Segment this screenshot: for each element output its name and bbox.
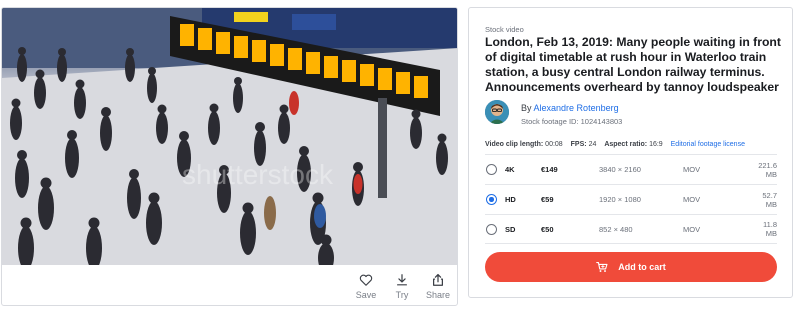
option-format: MOV bbox=[683, 224, 701, 234]
add-to-cart-button[interactable]: Add to cart bbox=[485, 252, 777, 282]
option-format: MOV bbox=[683, 195, 701, 204]
option-file-size: 52.7 MB bbox=[762, 190, 777, 209]
option-dimensions: 1920 × 1080 bbox=[599, 195, 641, 204]
option-row-4k[interactable]: 4K €149 3840 × 2160 MOV 221.6 MB bbox=[485, 154, 777, 184]
by-prefix: By bbox=[521, 103, 532, 113]
aspect-label: Aspect ratio: bbox=[604, 141, 648, 148]
option-size: 4K bbox=[505, 165, 515, 174]
footage-id: Stock footage ID: 1024143803 bbox=[521, 117, 623, 126]
save-action[interactable]: Save bbox=[353, 273, 379, 300]
option-file-size: 11.8 MB bbox=[762, 220, 777, 238]
size-options: 4K €149 3840 × 2160 MOV 221.6 MB HD €59 … bbox=[485, 154, 777, 244]
radio-4k[interactable] bbox=[486, 164, 497, 175]
clip-meta: Video clip length: 00:08 FPS: 24 Aspect … bbox=[485, 141, 745, 148]
avatar[interactable] bbox=[485, 100, 509, 124]
try-label: Try bbox=[395, 289, 409, 300]
radio-sd[interactable] bbox=[486, 223, 497, 235]
author-link[interactable]: Alexandre Rotenberg bbox=[534, 103, 619, 113]
heart-icon bbox=[359, 274, 373, 286]
try-action[interactable]: Try bbox=[389, 273, 415, 300]
length-label: Video clip length: bbox=[485, 141, 544, 148]
share-icon bbox=[433, 273, 443, 286]
option-file-size: 221.6 MB bbox=[758, 160, 777, 179]
option-row-hd[interactable]: HD €59 1920 × 1080 MOV 52.7 MB bbox=[485, 184, 777, 214]
share-label: Share bbox=[425, 289, 451, 300]
video-title: London, Feb 13, 2019: Many people waitin… bbox=[485, 35, 781, 94]
preview-actions: Save Try Share bbox=[2, 265, 457, 305]
save-label: Save bbox=[355, 289, 377, 300]
option-size: SD bbox=[505, 224, 516, 234]
video-preview[interactable]: shutterstock bbox=[2, 8, 457, 265]
watermark: shutterstock bbox=[182, 159, 334, 190]
avatar-icon bbox=[485, 100, 509, 124]
fps-label: FPS: bbox=[570, 141, 587, 148]
length-value: 00:08 bbox=[545, 141, 563, 148]
byline: By Alexandre Rotenberg bbox=[521, 103, 619, 113]
aspect-value: 16:9 bbox=[649, 141, 663, 148]
add-to-cart-label: Add to cart bbox=[618, 262, 666, 272]
preview-card: shutterstock Save Try Share bbox=[1, 7, 458, 306]
station-scene: shutterstock bbox=[2, 8, 457, 265]
download-icon bbox=[397, 273, 407, 285]
kicker: Stock video bbox=[485, 25, 524, 34]
option-format: MOV bbox=[683, 165, 701, 174]
share-action[interactable]: Share bbox=[425, 273, 451, 300]
option-price: €50 bbox=[541, 224, 554, 234]
option-row-sd[interactable]: SD €50 852 × 480 MOV 11.8 MB bbox=[485, 214, 777, 244]
fps-value: 24 bbox=[588, 141, 597, 148]
option-dimensions: 3840 × 2160 bbox=[599, 165, 641, 174]
option-price: €149 bbox=[541, 165, 558, 174]
cart-icon bbox=[596, 261, 608, 273]
option-dimensions: 852 × 480 bbox=[599, 224, 633, 234]
license-link[interactable]: Editorial footage license bbox=[671, 141, 745, 148]
option-size: HD bbox=[505, 195, 516, 204]
info-card: Stock video London, Feb 13, 2019: Many p… bbox=[468, 7, 793, 298]
radio-hd[interactable] bbox=[486, 194, 497, 205]
option-price: €59 bbox=[541, 195, 554, 204]
